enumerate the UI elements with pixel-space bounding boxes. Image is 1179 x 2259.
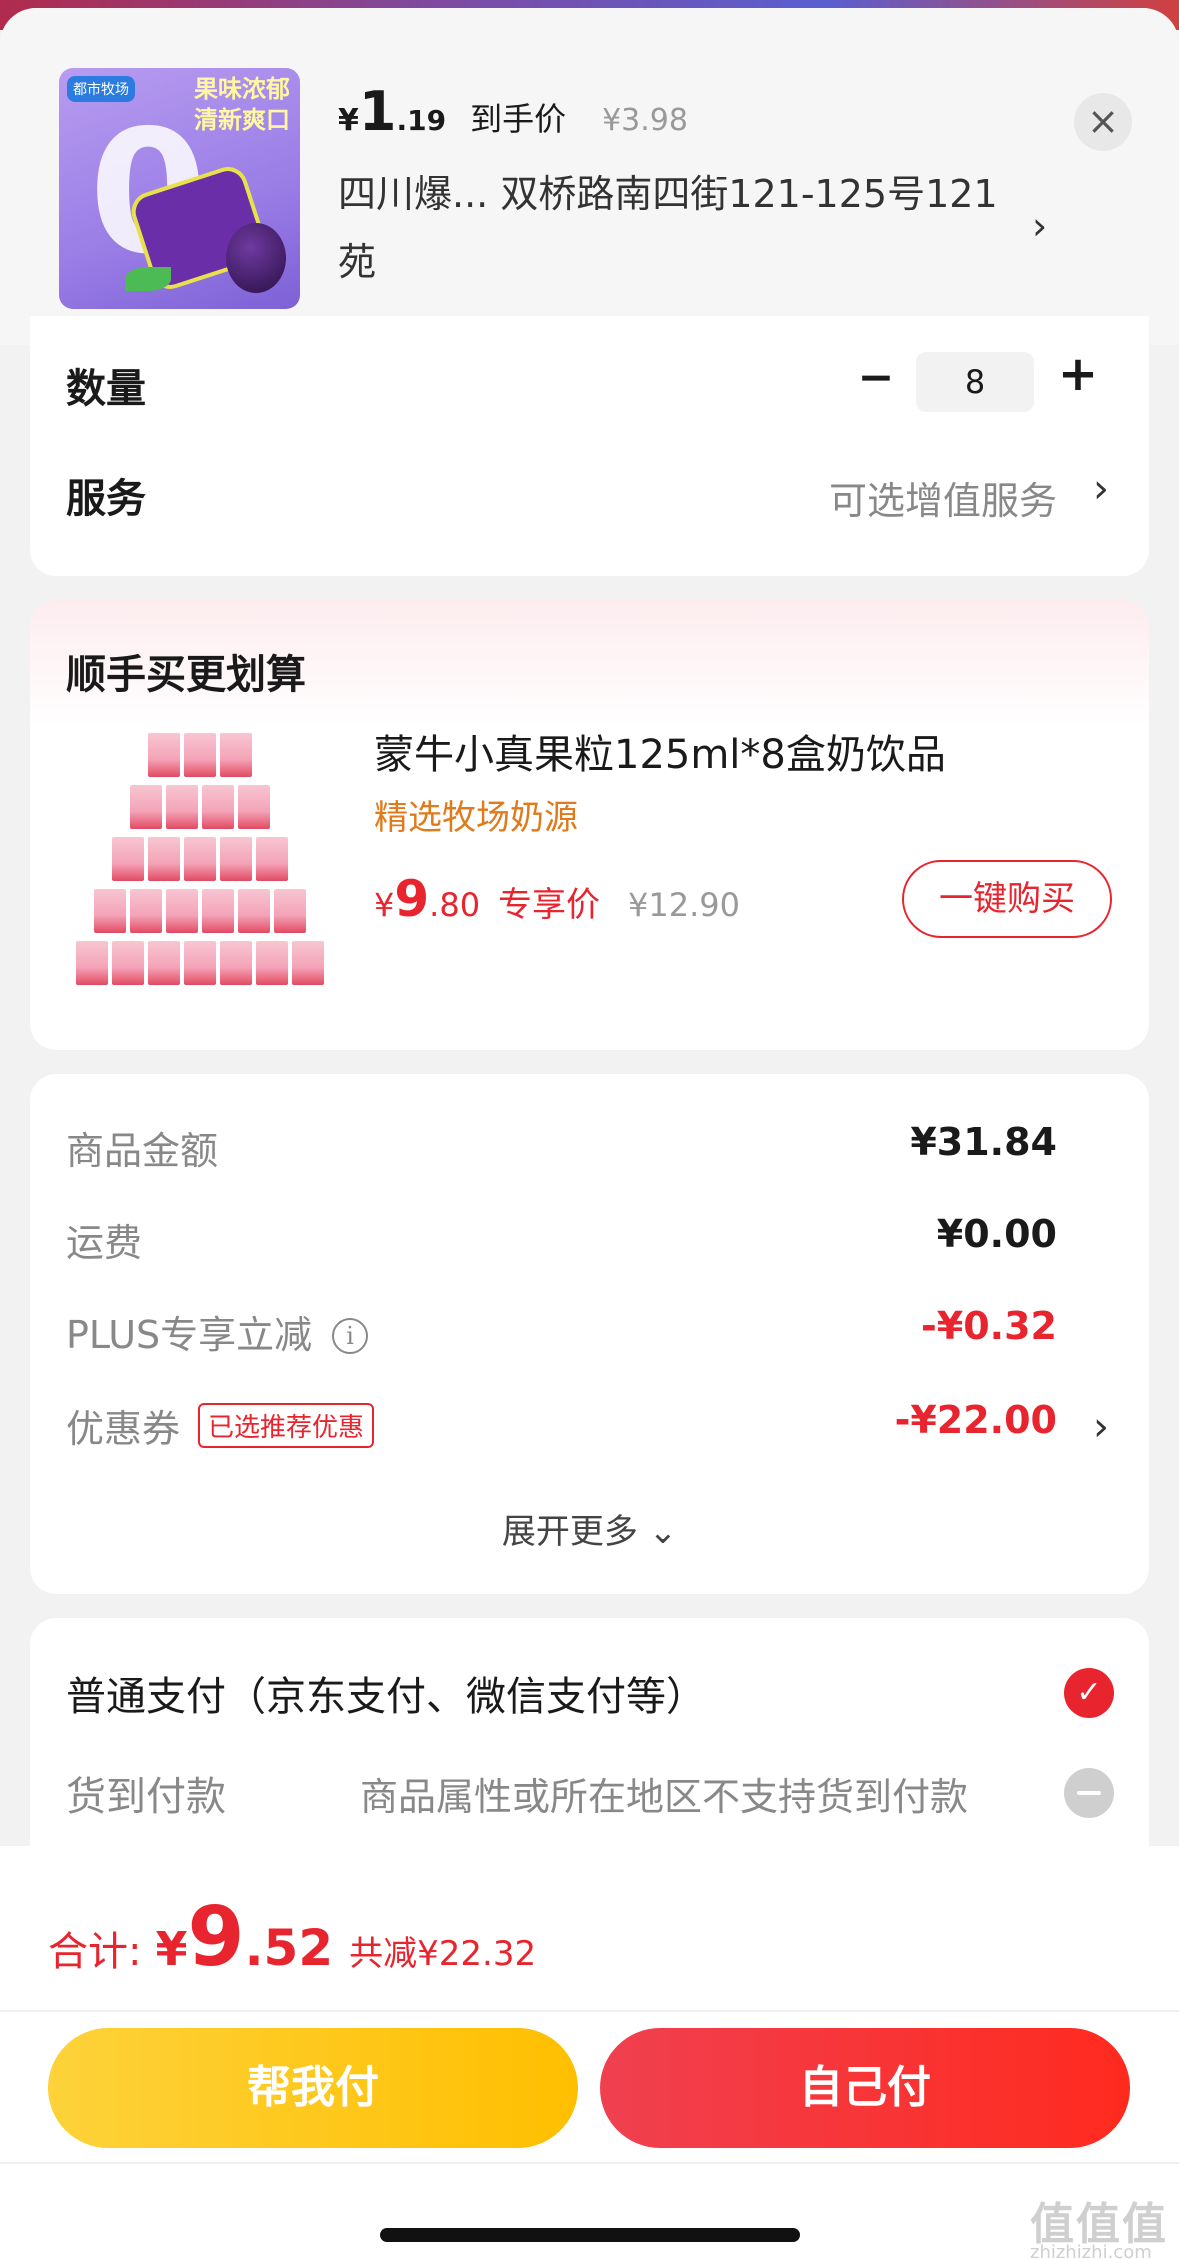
milk-box-illustration bbox=[147, 732, 181, 778]
service-label: 服务 bbox=[66, 476, 146, 522]
watermark-url: zhizhizhi.com bbox=[1030, 2242, 1152, 2259]
coupon-label: 优惠券 bbox=[66, 1407, 181, 1451]
milk-box-illustration bbox=[273, 888, 307, 934]
help-pay-button[interactable]: 帮我付 bbox=[48, 2028, 578, 2148]
plus-discount-row: PLUS专享立减 i bbox=[66, 1304, 369, 1359]
total-integer: 9 bbox=[187, 1890, 245, 1985]
milk-box-illustration bbox=[255, 836, 289, 882]
quantity-service-card: 数量 − 8 + 服务 可选增值服务 › bbox=[30, 316, 1149, 576]
product-thumbnail[interactable]: 都市牧场 0 果味浓郁 清新爽口 bbox=[59, 68, 300, 309]
milk-box-illustration bbox=[219, 940, 253, 986]
header-price: ¥ 1 .19 到手价 ¥3.98 bbox=[338, 80, 688, 143]
milk-box-illustration bbox=[111, 836, 145, 882]
thumb-slogan-1: 果味浓郁 bbox=[194, 75, 290, 103]
milk-box-illustration bbox=[165, 784, 199, 830]
service-value[interactable]: 可选增值服务 bbox=[829, 470, 1057, 525]
milk-box-illustration bbox=[237, 888, 271, 934]
upsell-product-tag: 精选牧场奶源 bbox=[374, 798, 578, 838]
price-decimal: .19 bbox=[396, 104, 447, 137]
address-chevron-icon[interactable]: › bbox=[1032, 204, 1047, 248]
total-label: 合计: bbox=[48, 1929, 142, 1975]
price-integer: 1 bbox=[358, 80, 397, 143]
thumb-slogan: 果味浓郁 清新爽口 bbox=[194, 74, 290, 136]
selected-check-icon[interactable]: ✓ bbox=[1064, 1668, 1114, 1718]
milk-box-illustration bbox=[183, 940, 217, 986]
goods-amount-value: ¥31.84 bbox=[910, 1120, 1057, 1164]
milk-box-illustration bbox=[93, 888, 127, 934]
milk-box-illustration bbox=[147, 940, 181, 986]
one-click-buy-button[interactable]: 一键购买 bbox=[902, 860, 1112, 938]
milk-box-illustration bbox=[201, 888, 235, 934]
quantity-plus-button[interactable]: + bbox=[1056, 346, 1100, 402]
upsell-title: 顺手买更划算 bbox=[66, 652, 306, 698]
payment-option-standard[interactable]: 普通支付（京东支付、微信支付等） bbox=[66, 1664, 706, 1722]
milk-box-illustration bbox=[183, 732, 217, 778]
payment-option-cod-note: 商品属性或所在地区不支持货到付款 bbox=[360, 1775, 969, 1819]
total-saving: 共减¥22.32 bbox=[349, 1934, 537, 1974]
coupon-value[interactable]: -¥22.00 bbox=[895, 1398, 1057, 1442]
home-indicator[interactable] bbox=[380, 2228, 800, 2242]
info-icon[interactable]: i bbox=[332, 1318, 369, 1354]
shipping-label: 运费 bbox=[66, 1221, 143, 1265]
plus-discount-label: PLUS专享立减 bbox=[66, 1313, 313, 1357]
milk-box-illustration bbox=[111, 940, 145, 986]
footer-divider-bottom bbox=[0, 2162, 1179, 2164]
plus-discount-value: -¥0.32 bbox=[921, 1304, 1057, 1348]
milk-box-illustration bbox=[291, 940, 325, 986]
upsell-price-label: 专享价 bbox=[498, 885, 601, 925]
price-summary-card: 商品金额 ¥31.84 运费 ¥0.00 PLUS专享立减 i -¥0.32 优惠… bbox=[30, 1074, 1149, 1594]
upsell-product-image[interactable] bbox=[64, 724, 336, 996]
product-header: 都市牧场 0 果味浓郁 清新爽口 ¥ 1 .19 到手价 ¥3.98 四川爆..… bbox=[0, 8, 1179, 345]
checkout-footer: 合计: ¥ 9 .52 共减¥22.32 帮我付 自己付 值值值 zhizhiz… bbox=[0, 1846, 1179, 2259]
service-chevron-icon[interactable]: › bbox=[1093, 466, 1109, 512]
milk-box-illustration bbox=[147, 836, 181, 882]
shipping-value: ¥0.00 bbox=[936, 1212, 1057, 1256]
disabled-icon bbox=[1064, 1768, 1114, 1818]
footer-divider bbox=[0, 2010, 1179, 2012]
thumb-mint-leaf bbox=[125, 267, 171, 291]
coupon-row: 优惠券 已选推荐优惠 bbox=[66, 1398, 375, 1453]
upsell-price-currency: ¥ bbox=[374, 886, 395, 924]
goods-amount-label: 商品金额 bbox=[66, 1129, 219, 1173]
price-label: 到手价 bbox=[470, 100, 567, 138]
close-button[interactable]: × bbox=[1074, 93, 1132, 151]
thumb-slogan-2: 清新爽口 bbox=[194, 106, 290, 135]
milk-box-illustration bbox=[75, 940, 109, 986]
milk-box-illustration bbox=[183, 836, 217, 882]
price-currency: ¥ bbox=[338, 103, 359, 138]
coupon-chevron-icon[interactable]: › bbox=[1093, 1404, 1109, 1450]
original-price: ¥3.98 bbox=[602, 103, 688, 138]
self-pay-button[interactable]: 自己付 bbox=[600, 2028, 1130, 2148]
quantity-label: 数量 bbox=[66, 366, 146, 412]
total-decimal: .52 bbox=[244, 1919, 334, 1977]
thumb-grape bbox=[226, 223, 286, 293]
milk-box-illustration bbox=[255, 940, 289, 986]
upsell-price-integer: 9 bbox=[394, 870, 430, 928]
milk-box-illustration bbox=[201, 784, 235, 830]
expand-more-link[interactable]: 展开更多 ⌄ bbox=[30, 1504, 1149, 1553]
milk-box-illustration bbox=[237, 784, 271, 830]
payment-option-cod-label: 货到付款 bbox=[66, 1774, 226, 1820]
checkout-sheet: 都市牧场 0 果味浓郁 清新爽口 ¥ 1 .19 到手价 ¥3.98 四川爆..… bbox=[0, 8, 1179, 2259]
total-price: 合计: ¥ 9 .52 共减¥22.32 bbox=[48, 1890, 536, 1985]
quantity-minus-button[interactable]: − bbox=[856, 352, 896, 403]
upsell-product-name[interactable]: 蒙牛小真果粒125ml*8盒奶饮品 bbox=[374, 722, 946, 780]
coupon-recommended-badge: 已选推荐优惠 bbox=[198, 1403, 375, 1448]
milk-box-illustration bbox=[129, 784, 163, 830]
upsell-price-decimal: .80 bbox=[429, 886, 481, 924]
upsell-original-price: ¥12.90 bbox=[628, 886, 741, 924]
milk-box-illustration bbox=[219, 732, 253, 778]
milk-box-illustration bbox=[129, 888, 163, 934]
milk-box-illustration bbox=[165, 888, 199, 934]
delivery-address[interactable]: 四川爆... 双桥路南四街121-125号121苑 bbox=[338, 160, 1018, 296]
milk-box-illustration bbox=[219, 836, 253, 882]
total-currency: ¥ bbox=[155, 1922, 188, 1976]
upsell-price: ¥ 9 .80 专享价 ¥12.90 bbox=[374, 870, 740, 928]
upsell-card: 顺手买更划算 蒙牛小真果粒125ml*8盒奶饮品 精选牧场奶源 ¥ 9 .80 … bbox=[30, 600, 1149, 1050]
quantity-input[interactable]: 8 bbox=[916, 352, 1034, 412]
